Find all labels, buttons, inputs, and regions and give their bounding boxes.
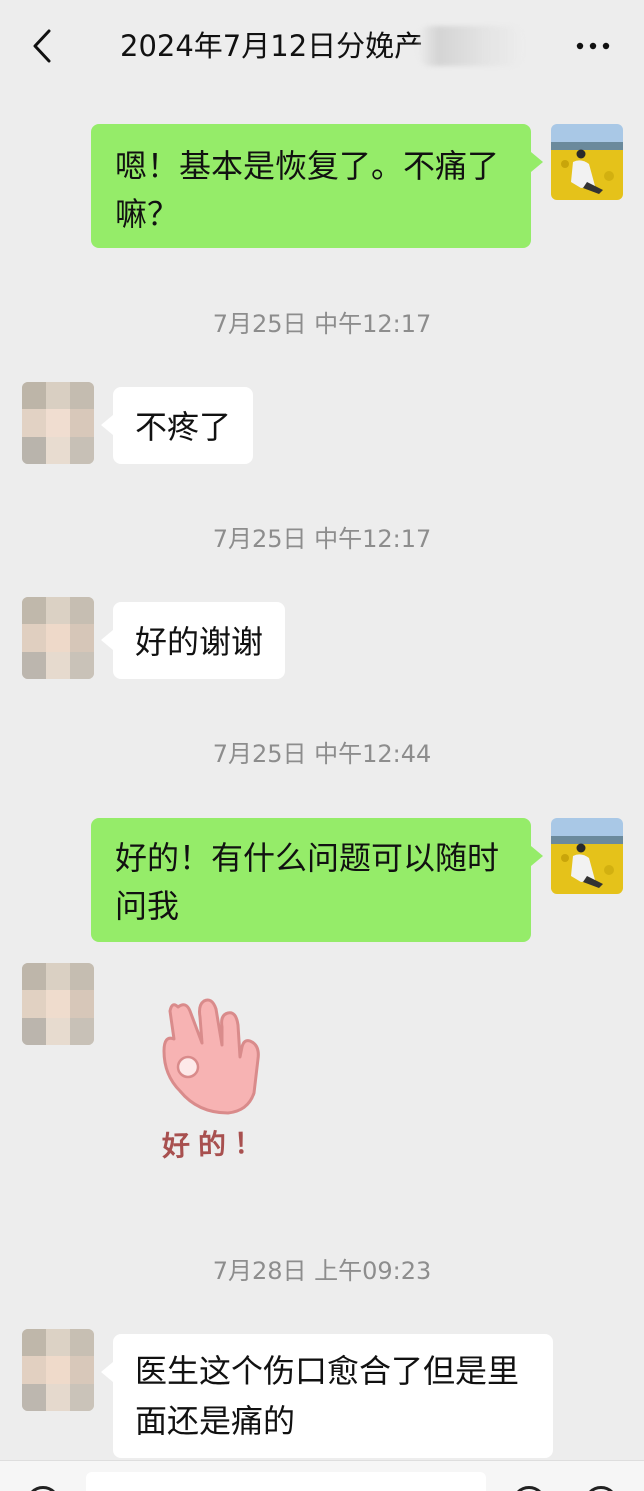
contact-message-bubble[interactable]: 不疼了 (100, 387, 254, 464)
message-text-line: 嘛？ (115, 195, 180, 233)
my-message-bubble[interactable]: 嗯！基本是恢复了。不痛了 嘛？ (91, 124, 543, 248)
chat-title: 2024年7月12日分娩产 (120, 29, 424, 63)
message-text: 不疼了 (135, 408, 232, 446)
contact-avatar[interactable] (22, 597, 94, 679)
message-text-line: 问我 (115, 887, 180, 925)
message-text-line: 好的！有什么问题可以随时 (115, 839, 500, 877)
contact-avatar[interactable] (22, 382, 94, 464)
contact-avatar[interactable] (22, 1329, 94, 1411)
redacted-name (418, 26, 522, 66)
timestamp: 7月25日 中午12:17 (212, 525, 432, 553)
ok-hand-sticker[interactable]: 好的！ (150, 995, 290, 1175)
timestamp: 7月28日 上午09:23 (212, 1257, 432, 1285)
contact-avatar[interactable] (22, 963, 94, 1045)
timestamp: 7月25日 中午12:44 (212, 740, 432, 768)
contact-message-bubble[interactable]: 医生这个伤口愈合了但是里 面还是痛的 (101, 1334, 553, 1458)
contact-message-bubble[interactable]: 好的谢谢 (100, 602, 286, 679)
message-text: 好的谢谢 (135, 623, 264, 661)
my-avatar[interactable] (551, 124, 623, 200)
chevron-left-icon (33, 29, 51, 63)
my-avatar[interactable] (551, 818, 623, 894)
message-text-line: 医生这个伤口愈合了但是里 (135, 1352, 520, 1390)
chat-header: 2024年7月12日分娩产 (0, 0, 644, 92)
message-input[interactable] (86, 1472, 486, 1491)
sticker-caption: 好的！ (161, 1126, 271, 1163)
timestamp: 7月25日 中午12:17 (212, 310, 432, 338)
more-dots-icon (576, 42, 610, 50)
message-text-line: 嗯！基本是恢复了。不痛了 (115, 147, 500, 185)
back-button[interactable] (22, 24, 62, 68)
message-text-line: 面还是痛的 (135, 1402, 296, 1440)
more-button[interactable] (568, 26, 618, 66)
my-message-bubble[interactable]: 好的！有什么问题可以随时 问我 (91, 818, 543, 942)
